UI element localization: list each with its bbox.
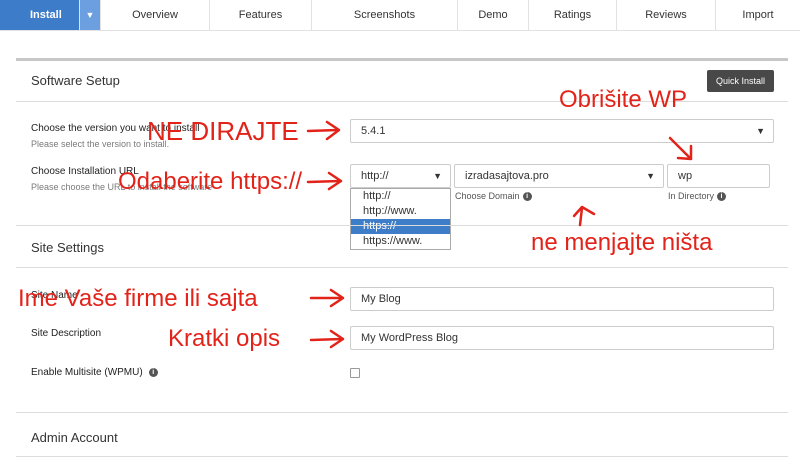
arrow-icon — [306, 179, 342, 184]
arrow-icon — [306, 128, 340, 133]
annotation-arrows — [306, 120, 693, 349]
arrow-icon — [309, 337, 344, 342]
arrow-icon — [572, 205, 596, 218]
arrow-icon — [668, 136, 692, 160]
